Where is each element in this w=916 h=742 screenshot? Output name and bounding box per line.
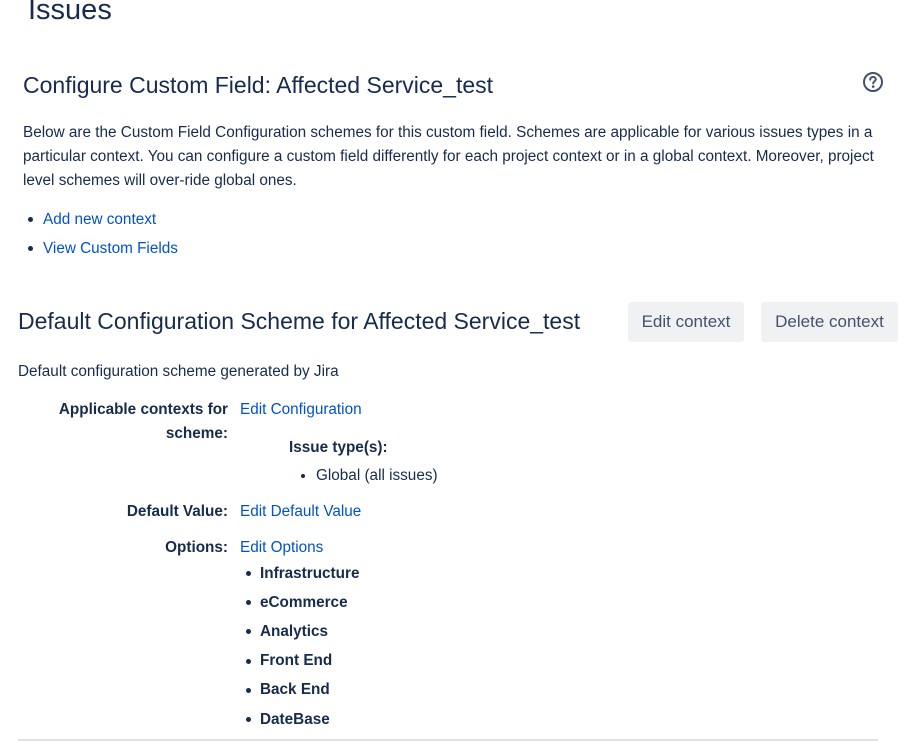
list-item: Front End — [246, 647, 359, 676]
edit-configuration-link[interactable]: Edit Configuration — [240, 398, 362, 422]
option-value: Analytics — [260, 622, 329, 640]
option-value: eCommerce — [260, 593, 348, 611]
default-value-label: Default Value: — [126, 503, 228, 520]
options-list: Infrastructure eCommerce Analytics Front… — [246, 559, 359, 734]
applicable-contexts-label: Applicable contexts for scheme: — [40, 398, 228, 446]
edit-default-value-link[interactable]: Edit Default Value — [240, 500, 361, 524]
list-item: eCommerce — [246, 588, 359, 617]
bullet-icon — [246, 658, 251, 664]
applicable-contexts-label-line2: scheme: — [165, 425, 228, 442]
list-item: Add new context — [28, 205, 178, 234]
list-item: Analytics — [246, 617, 359, 646]
custom-field-description: Below are the Custom Field Configuration… — [23, 124, 874, 189]
add-new-context-link[interactable]: Add new context — [43, 208, 156, 232]
bullet-icon — [246, 687, 251, 693]
option-value: Infrastructure — [260, 564, 360, 582]
bullet-icon — [28, 217, 33, 222]
list-item: DateBase — [246, 705, 359, 734]
option-value: Front End — [260, 652, 333, 670]
applicable-contexts-label-line1: Applicable contexts for — [58, 401, 228, 418]
issue-types-label: Issue type(s): — [289, 439, 388, 456]
scheme-title: Default Configuration Scheme for Affecte… — [18, 308, 581, 334]
option-value: DateBase — [260, 710, 330, 728]
custom-field-title: Configure Custom Field: Affected Service… — [23, 72, 494, 98]
edit-options-link[interactable]: Edit Options — [240, 536, 323, 560]
section-divider — [18, 739, 878, 741]
option-value: Back End — [260, 681, 330, 699]
options-label: Options: — [165, 539, 228, 556]
edit-context-button[interactable]: Edit context — [628, 302, 744, 342]
issue-type-value: Global (all issues) — [316, 467, 438, 484]
page-heading: Issues — [28, 0, 112, 26]
bullet-icon — [28, 246, 33, 251]
scheme-description: Default configuration scheme generated b… — [18, 363, 339, 380]
list-item: View Custom Fields — [28, 234, 178, 263]
bullet-icon — [246, 629, 251, 635]
bullet-icon — [301, 474, 305, 478]
question-circle-icon[interactable] — [862, 71, 884, 93]
list-item: Back End — [246, 676, 359, 705]
delete-context-button[interactable]: Delete context — [761, 302, 898, 342]
bullet-icon — [246, 717, 251, 723]
list-item: Global (all issues) — [301, 464, 438, 488]
list-item: Infrastructure — [246, 559, 359, 588]
view-custom-fields-link[interactable]: View Custom Fields — [43, 237, 178, 261]
bullet-icon — [246, 571, 251, 577]
custom-field-links: Add new context View Custom Fields — [28, 205, 178, 263]
bullet-icon — [246, 600, 251, 606]
